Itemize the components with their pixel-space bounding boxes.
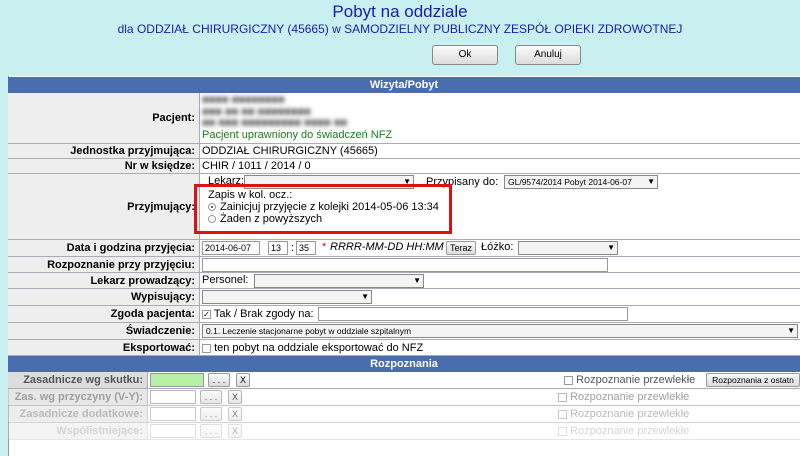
chronic-checkbox-wrap[interactable]: Rozpoznanie przewlekłe — [558, 391, 689, 403]
diagnosis-row: Zasadnicze wg skutku: . . . X Rozpoznani… — [8, 372, 800, 389]
receiving-unit-row: Jednostka przyjmująca: ODDZIAŁ CHIRURGIC… — [8, 144, 800, 159]
chronic-checkbox[interactable] — [558, 426, 567, 436]
diagnosis-input[interactable] — [150, 424, 196, 438]
book-number-label: Nr w księdze: — [8, 159, 200, 173]
diagnosis-clear-button[interactable]: X — [228, 424, 242, 438]
diagnosis-input[interactable] — [150, 373, 204, 387]
chronic-checkbox[interactable] — [564, 375, 573, 385]
patient-address-redacted: ■■ ■■■ ■■■■■■■■■ ■■■■ ■■ — [202, 117, 348, 129]
admission-diagnosis-input[interactable] — [202, 258, 608, 272]
admission-diagnosis-label: Rozpoznanie przy przyjęciu: — [8, 257, 200, 272]
diagnosis-label: Współistniejące: — [8, 423, 148, 439]
chronic-checkbox[interactable] — [558, 392, 567, 402]
consent-checkbox[interactable]: ✓ — [202, 309, 211, 319]
chronic-checkbox-wrap[interactable]: Rozpoznanie przewlekłe — [558, 408, 689, 420]
export-row: Eksportować: ten pobyt na oddziale ekspo… — [8, 340, 800, 356]
consent-exclusion-input[interactable] — [318, 307, 628, 321]
diagnosis-browse-button[interactable]: . . . — [200, 424, 222, 438]
receiving-unit-label: Jednostka przyjmująca: — [8, 144, 200, 158]
export-checkbox[interactable] — [202, 343, 211, 353]
lead-doctor-label: Lekarz prowadzący: — [8, 273, 200, 288]
diagnosis-input[interactable] — [150, 407, 196, 421]
consent-text: Tak / Brak zgody na: — [213, 308, 314, 320]
lead-doctor-row: Lekarz prowadzący: Personel: ▼ — [8, 273, 800, 289]
diagnosis-label: Zas. wg przyczyny (V-Y): — [8, 389, 148, 405]
diagnosis-input[interactable] — [150, 390, 196, 404]
admission-diagnosis-row: Rozpoznanie przy przyjęciu: — [8, 257, 800, 273]
diagnosis-browse-button[interactable]: . . . — [200, 390, 222, 404]
service-select[interactable]: 0.1. Leczenie stacjonarne pobyt w oddzia… — [202, 324, 798, 338]
admission-hour-input[interactable]: 13 — [268, 241, 288, 255]
diagnosis-browse-button[interactable]: . . . — [200, 407, 222, 421]
patient-row: Pacjent: ■■■■ ■■■■■■■■ ■■■ ■■ ■■ ■■■■■■■… — [8, 93, 800, 144]
patient-label: Pacjent: — [8, 93, 200, 143]
date-format-hint: RRRR-MM-DD HH:MM — [330, 241, 444, 253]
admission-minute-input[interactable]: 35 — [296, 241, 316, 255]
diagnosis-browse-button[interactable]: . . . — [208, 373, 230, 387]
required-asterisk: * — [322, 241, 327, 253]
book-number-row: Nr w księdze: CHIR / 1011 / 2014 / 0 — [8, 159, 800, 174]
receiving-unit-value: ODDZIAŁ CHIRURGICZNY (45665) — [202, 145, 378, 157]
bed-select[interactable]: ▼ — [518, 241, 618, 255]
diagnosis-section-header: Rozpoznania — [8, 356, 800, 372]
highlight-box — [194, 184, 452, 234]
patient-consent-label: Zgoda pacjenta: — [8, 306, 200, 322]
dialog-title: Pobyt na oddziale — [332, 2, 468, 21]
export-checkbox-wrap[interactable]: ten pobyt na oddziale eksportować do NFZ — [202, 342, 423, 354]
now-button[interactable]: Teraz — [446, 241, 476, 255]
diagnosis-label: Zasadnicze wg skutku: — [8, 372, 148, 388]
consent-checkbox-wrap[interactable]: ✓ Tak / Brak zgody na: — [202, 308, 314, 320]
export-label: Eksportować: — [8, 340, 200, 355]
personnel-label: Personel: — [202, 274, 249, 286]
diagnosis-clear-button[interactable]: X — [228, 390, 242, 404]
patient-nfz-status: Pacjent uprawniony do świadczeń NFZ — [202, 129, 393, 141]
bed-label: Łóżko: — [481, 241, 514, 253]
admission-date-input[interactable]: 2014-06-07 — [202, 241, 260, 255]
diagnosis-row: Współistniejące: . . . X Rozpoznanie prz… — [8, 423, 800, 440]
discharging-select[interactable]: ▼ — [202, 290, 372, 304]
diagnosis-row: Zasadnicze dodatkowe: . . . X Rozpoznani… — [8, 406, 800, 423]
discharging-label: Wypisujący: — [8, 289, 200, 305]
ok-button[interactable]: Ok — [432, 45, 498, 65]
assigned-select[interactable]: GL/9574/2014 Pobyt 2014-06-07 ▼ — [504, 175, 658, 189]
diagnosis-clear-button[interactable]: X — [236, 373, 250, 387]
admission-date-row: Data i godzina przyjęcia: 2014-06-07 13 … — [8, 240, 800, 257]
diagnosis-label: Zasadnicze dodatkowe: — [8, 406, 148, 422]
diagnosis-row: Zas. wg przyczyny (V-Y): . . . X Rozpozn… — [8, 389, 800, 406]
diagnosis-clear-button[interactable]: X — [228, 407, 242, 421]
time-separator: : — [291, 242, 295, 254]
book-number-value: CHIR / 1011 / 2014 / 0 — [202, 160, 311, 172]
discharging-row: Wypisujący: ▼ — [8, 289, 800, 306]
dialog-subtitle: dla ODDZIAŁ CHIRURGICZNY (45665) w SAMOD… — [117, 22, 683, 36]
admission-date-label: Data i godzina przyjęcia: — [8, 240, 200, 256]
service-row: Świadczenie: 0.1. Leczenie stacjonarne p… — [8, 323, 800, 340]
service-label: Świadczenie: — [8, 323, 200, 339]
personnel-select[interactable]: ▼ — [254, 274, 424, 288]
chronic-checkbox-wrap[interactable]: Rozpoznanie przewlekłe — [558, 425, 689, 437]
recent-diagnoses-button[interactable]: Rozpoznania z ostatn — [706, 373, 800, 387]
chronic-checkbox[interactable] — [558, 409, 567, 419]
export-text: ten pobyt na oddziale eksportować do NFZ — [214, 342, 424, 354]
cancel-button[interactable]: Anuluj — [515, 45, 581, 65]
chronic-checkbox-wrap[interactable]: Rozpoznanie przewlekłe — [564, 374, 695, 386]
patient-consent-row: Zgoda pacjenta: ✓ Tak / Brak zgody na: — [8, 306, 800, 323]
admitting-label: Przyjmujący: — [8, 174, 200, 239]
patient-name-redacted: ■■■■ ■■■■■■■■ — [202, 94, 285, 106]
visit-section-header: Wizyta/Pobyt — [8, 77, 800, 93]
